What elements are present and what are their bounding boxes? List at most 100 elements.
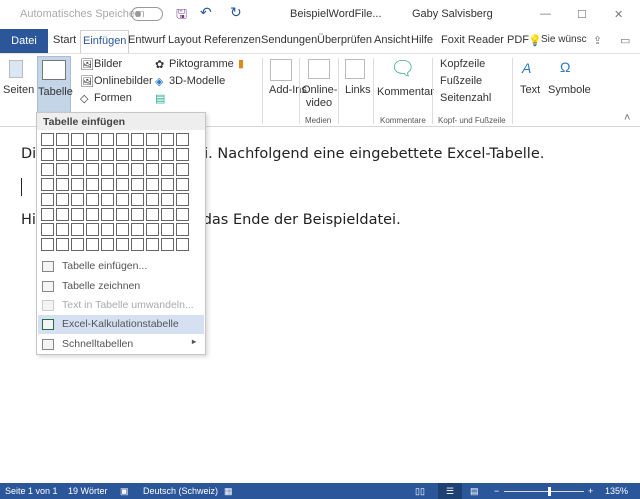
menu-item-tabelle-einfuegen[interactable]: Tabelle einfügen... <box>38 257 204 276</box>
table-size-grid[interactable] <box>40 132 190 252</box>
word-count[interactable]: 19 Wörter <box>68 486 108 496</box>
text-button[interactable]: Text <box>520 84 540 96</box>
grid-cell[interactable] <box>71 208 84 221</box>
grid-cell[interactable] <box>71 223 84 236</box>
grid-cell[interactable] <box>161 193 174 206</box>
grid-cell[interactable] <box>176 193 189 206</box>
tab-foxit[interactable]: Foxit Reader PDF <box>441 34 529 46</box>
grid-cell[interactable] <box>131 193 144 206</box>
grid-cell[interactable] <box>131 148 144 161</box>
grid-cell[interactable] <box>116 178 129 191</box>
grid-cell[interactable] <box>176 163 189 176</box>
grid-cell[interactable] <box>146 193 159 206</box>
zoom-in-button[interactable]: + <box>588 486 593 496</box>
grid-cell[interactable] <box>161 163 174 176</box>
formen-button[interactable]: Formen <box>94 92 132 104</box>
grid-cell[interactable] <box>116 193 129 206</box>
grid-cell[interactable] <box>116 238 129 251</box>
onlinebilder-button[interactable]: Onlinebilder <box>94 75 153 87</box>
grid-cell[interactable] <box>161 223 174 236</box>
grid-cell[interactable] <box>41 238 54 251</box>
read-mode-icon[interactable]: ▯▯ <box>415 486 425 497</box>
autosave-toggle[interactable] <box>131 7 163 21</box>
minimize-button[interactable]: — <box>540 8 551 20</box>
grid-cell[interactable] <box>56 223 69 236</box>
fusszeile-button[interactable]: Fußzeile <box>440 75 482 87</box>
grid-cell[interactable] <box>176 133 189 146</box>
grid-cell[interactable] <box>86 163 99 176</box>
grid-cell[interactable] <box>86 223 99 236</box>
grid-cell[interactable] <box>131 208 144 221</box>
grid-cell[interactable] <box>56 163 69 176</box>
grid-cell[interactable] <box>176 148 189 161</box>
chart-icon[interactable]: ▮ <box>238 57 244 70</box>
proofing-icon[interactable]: ▣ <box>120 486 129 497</box>
tab-start[interactable]: Start <box>53 34 76 46</box>
tab-layout[interactable]: Layout <box>168 34 201 46</box>
grid-cell[interactable] <box>131 223 144 236</box>
tab-datei[interactable]: Datei <box>0 29 48 53</box>
grid-cell[interactable] <box>161 178 174 191</box>
grid-cell[interactable] <box>161 208 174 221</box>
save-icon[interactable]: 🖫 <box>176 5 187 27</box>
onlinevideo-button[interactable]: Online-video <box>302 84 337 110</box>
grid-cell[interactable] <box>146 238 159 251</box>
macro-icon[interactable]: ▦ <box>224 486 233 497</box>
web-layout-icon[interactable]: ▤ <box>470 486 479 497</box>
share-icon[interactable]: ⇪ <box>593 34 602 47</box>
grid-cell[interactable] <box>146 133 159 146</box>
grid-cell[interactable] <box>146 178 159 191</box>
grid-cell[interactable] <box>161 133 174 146</box>
grid-cell[interactable] <box>131 178 144 191</box>
close-button[interactable]: ✕ <box>614 8 623 21</box>
grid-cell[interactable] <box>41 223 54 236</box>
links-button[interactable]: Links <box>345 84 371 96</box>
grid-cell[interactable] <box>101 223 114 236</box>
screenshot-icon[interactable]: ▤ <box>155 92 165 105</box>
grid-cell[interactable] <box>161 238 174 251</box>
page-count[interactable]: Seite 1 von 1 <box>5 486 58 496</box>
grid-cell[interactable] <box>86 148 99 161</box>
grid-cell[interactable] <box>101 193 114 206</box>
grid-cell[interactable] <box>41 163 54 176</box>
grid-cell[interactable] <box>101 133 114 146</box>
seiten-button[interactable]: Seiten <box>3 84 34 96</box>
grid-cell[interactable] <box>101 178 114 191</box>
maximize-button[interactable]: ☐ <box>577 8 587 21</box>
tab-ueberpruefen[interactable]: Überprüfen <box>317 34 372 46</box>
grid-cell[interactable] <box>41 178 54 191</box>
print-layout-icon[interactable]: ☰ <box>438 483 462 499</box>
grid-cell[interactable] <box>71 148 84 161</box>
seitenzahl-button[interactable]: Seitenzahl <box>440 92 491 104</box>
zoom-out-button[interactable]: − <box>494 486 499 496</box>
grid-cell[interactable] <box>131 133 144 146</box>
tab-ansicht[interactable]: Ansicht <box>374 34 410 46</box>
grid-cell[interactable] <box>161 148 174 161</box>
grid-cell[interactable] <box>176 238 189 251</box>
grid-cell[interactable] <box>86 238 99 251</box>
grid-cell[interactable] <box>41 193 54 206</box>
grid-cell[interactable] <box>41 208 54 221</box>
grid-cell[interactable] <box>116 133 129 146</box>
grid-cell[interactable] <box>146 208 159 221</box>
grid-cell[interactable] <box>101 148 114 161</box>
menu-item-schnelltabellen[interactable]: Schnelltabellen ▸ <box>38 335 204 354</box>
comments-icon[interactable]: ▭ <box>620 34 630 47</box>
bilder-button[interactable]: Bilder <box>94 58 122 70</box>
tell-me-input[interactable]: Sie wünsc <box>541 34 587 45</box>
grid-cell[interactable] <box>116 223 129 236</box>
grid-cell[interactable] <box>101 238 114 251</box>
grid-cell[interactable] <box>116 148 129 161</box>
user-name[interactable]: Gaby Salvisberg <box>412 8 493 20</box>
redo-icon[interactable]: ↻ <box>230 4 242 21</box>
grid-cell[interactable] <box>71 133 84 146</box>
grid-cell[interactable] <box>86 193 99 206</box>
zoom-slider-thumb[interactable] <box>547 487 551 496</box>
tab-hilfe[interactable]: Hilfe <box>411 34 433 46</box>
grid-cell[interactable] <box>56 178 69 191</box>
tab-referenzen[interactable]: Referenzen <box>204 34 261 46</box>
grid-cell[interactable] <box>176 208 189 221</box>
grid-cell[interactable] <box>176 223 189 236</box>
grid-cell[interactable] <box>71 178 84 191</box>
tab-sendungen[interactable]: Sendungen <box>261 34 317 46</box>
